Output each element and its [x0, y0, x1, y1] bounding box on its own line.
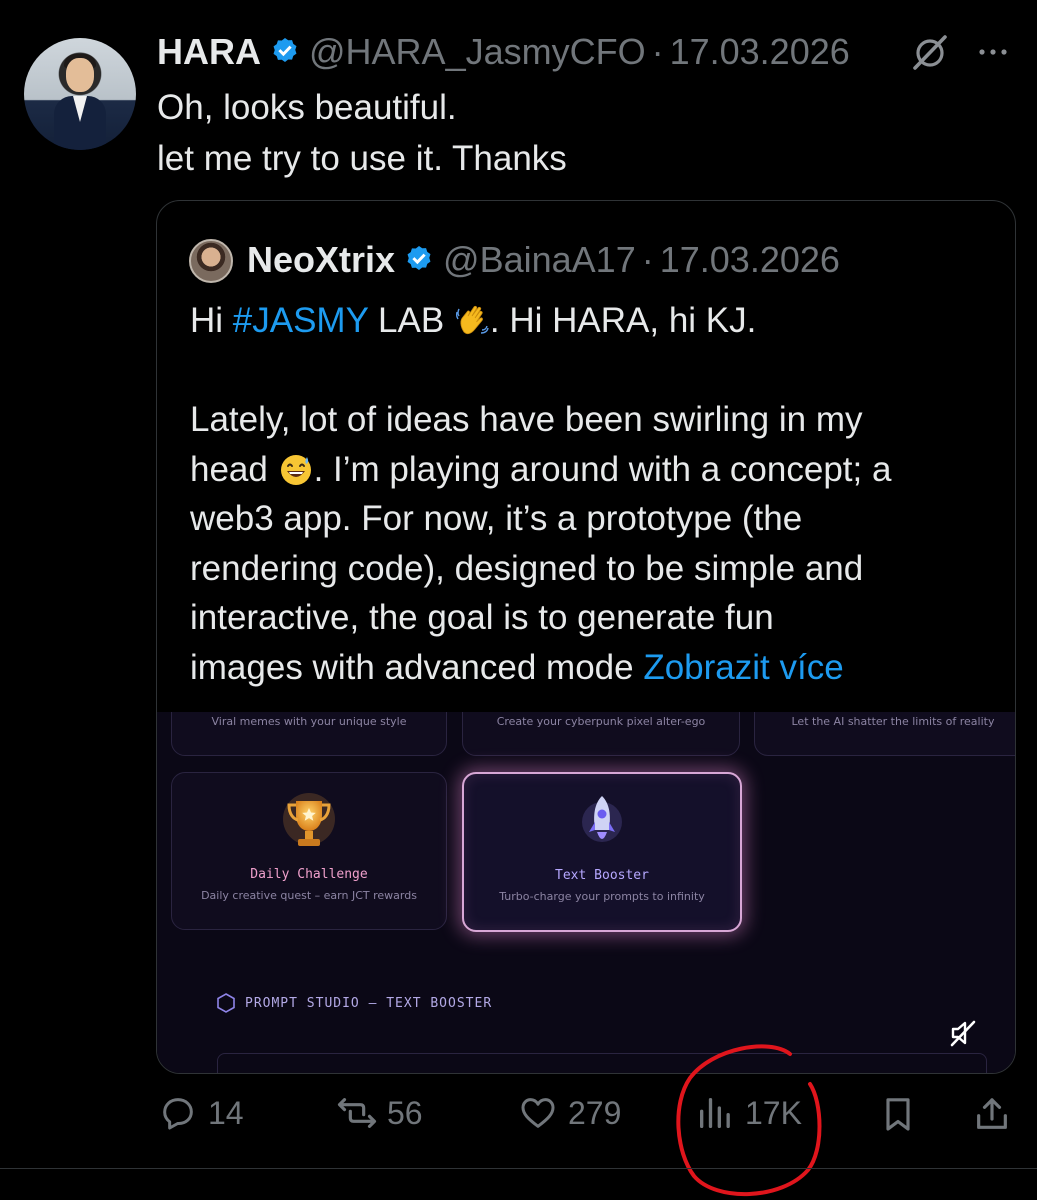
reply-count: 14 [208, 1094, 244, 1131]
quoted-tweet-header: NeoXtrix @BainaA17 · 17.03.2026 [247, 237, 840, 283]
text-segment: . Hi HARA, hi KJ. [489, 301, 757, 340]
quoted-text-line: web3 app. For now, it’s a prototype (the [190, 499, 803, 538]
quoted-text-line: Lately, lot of ideas have been swirling … [190, 400, 863, 439]
card-subtitle: Viral memes with your unique style [211, 715, 407, 728]
quoted-tweet[interactable]: NeoXtrix @BainaA17 · 17.03.2026 Hi #JASM… [156, 200, 1016, 1074]
feature-card-memes: Viral memes with your unique style [171, 712, 447, 756]
tweet-divider [0, 1168, 1037, 1169]
card-subtitle: Daily creative quest – earn JCT rewards [201, 889, 417, 902]
text-segment: . I’m playing around with a concept; a [313, 449, 892, 489]
text-segment: head [190, 449, 278, 489]
text-segment: images with advanced mode [190, 647, 644, 687]
quoted-tweet-date: 17.03.2026 [659, 239, 840, 280]
reply-icon [163, 1098, 193, 1130]
prompt-studio-label: PROMPT STUDIO – TEXT BOOSTER [245, 995, 493, 1011]
prompt-studio-heading: PROMPT STUDIO – TEXT BOOSTER [217, 993, 492, 1013]
card-subtitle: Turbo-charge your prompts to infinity [499, 890, 705, 903]
grok-icon[interactable] [910, 32, 950, 72]
more-options-icon[interactable] [975, 34, 1011, 70]
quoted-text-line: Hi #JASMY LAB . Hi HARA, hi KJ. [190, 296, 990, 346]
quoted-media-video[interactable]: Viral memes with your unique style Creat… [157, 712, 1015, 1073]
quoted-text-line: head . I’m playing around with a concept… [190, 445, 990, 495]
text-segment: Hi [190, 301, 233, 340]
annotation-red-circle [676, 1044, 822, 1196]
show-more-link[interactable]: Zobrazit více [643, 648, 843, 687]
card-title: Daily Challenge [250, 867, 368, 882]
heart-icon [521, 1098, 555, 1128]
card-title: Text Booster [555, 868, 649, 883]
reply-button[interactable]: 14 [158, 1093, 244, 1133]
quoted-text-blank-line [190, 346, 990, 396]
tweet-header: HARA @HARA_JasmyCFO · 17.03.2026 [157, 30, 850, 74]
feature-card-pixel: Create your cyberpunk pixel alter-ego [462, 712, 740, 756]
grinning-sweat-emoji-icon [280, 454, 311, 485]
tweet-text-line: let me try to use it. Thanks [157, 139, 567, 178]
tweet-text: Oh, looks beautiful. let me try to use i… [157, 82, 997, 184]
share-icon[interactable] [972, 1094, 1012, 1134]
card-subtitle: Create your cyberpunk pixel alter-ego [496, 715, 706, 728]
quoted-text-line: rendering code), designed to be simple a… [190, 548, 864, 588]
author-name[interactable]: HARA [157, 31, 261, 73]
quoted-tweet-text: Hi #JASMY LAB . Hi HARA, hi KJ. Lately, … [190, 296, 990, 692]
rocket-icon [582, 796, 622, 842]
repost-button[interactable]: 56 [337, 1093, 423, 1133]
quoted-author-avatar[interactable] [189, 239, 233, 283]
waving-hand-emoji-icon [455, 305, 489, 335]
quoted-author-handle[interactable]: @BainaA17 [443, 239, 636, 281]
like-count: 279 [568, 1094, 622, 1131]
author-handle[interactable]: @HARA_JasmyCFO [309, 31, 646, 73]
hexagon-icon [217, 993, 235, 1013]
header-separator: · [641, 239, 654, 280]
feature-card-reality: Let the AI shatter the limits of reality [754, 712, 1015, 756]
muted-volume-icon[interactable] [948, 1018, 978, 1048]
feature-card-daily-challenge: Daily Challenge Daily creative quest – e… [171, 772, 447, 930]
repost-count: 56 [387, 1094, 423, 1131]
avatar-face [66, 58, 94, 92]
header-separator: · [651, 31, 664, 72]
feature-card-text-booster: Text Booster Turbo-charge your prompts t… [462, 772, 742, 932]
repost-icon [337, 1098, 377, 1128]
tweet-text-line: Oh, looks beautiful. [157, 88, 457, 127]
trophy-icon [283, 793, 335, 846]
verified-badge-icon [407, 246, 431, 270]
like-button[interactable]: 279 [518, 1093, 621, 1133]
prompt-input-panel [217, 1053, 987, 1073]
tweet-date[interactable]: 17.03.2026 [670, 31, 850, 73]
verified-badge-icon [273, 38, 297, 62]
hashtag-link[interactable]: #JASMY [233, 301, 369, 340]
author-avatar[interactable] [24, 38, 136, 150]
quoted-author-name[interactable]: NeoXtrix [247, 239, 395, 281]
card-subtitle: Let the AI shatter the limits of reality [791, 715, 995, 728]
quoted-text-line: interactive, the goal is to generate fun [190, 598, 774, 637]
bookmark-icon[interactable] [878, 1094, 918, 1134]
quoted-text-line: images with advanced mode Zobrazit více [190, 643, 990, 693]
text-segment: LAB [368, 301, 454, 340]
